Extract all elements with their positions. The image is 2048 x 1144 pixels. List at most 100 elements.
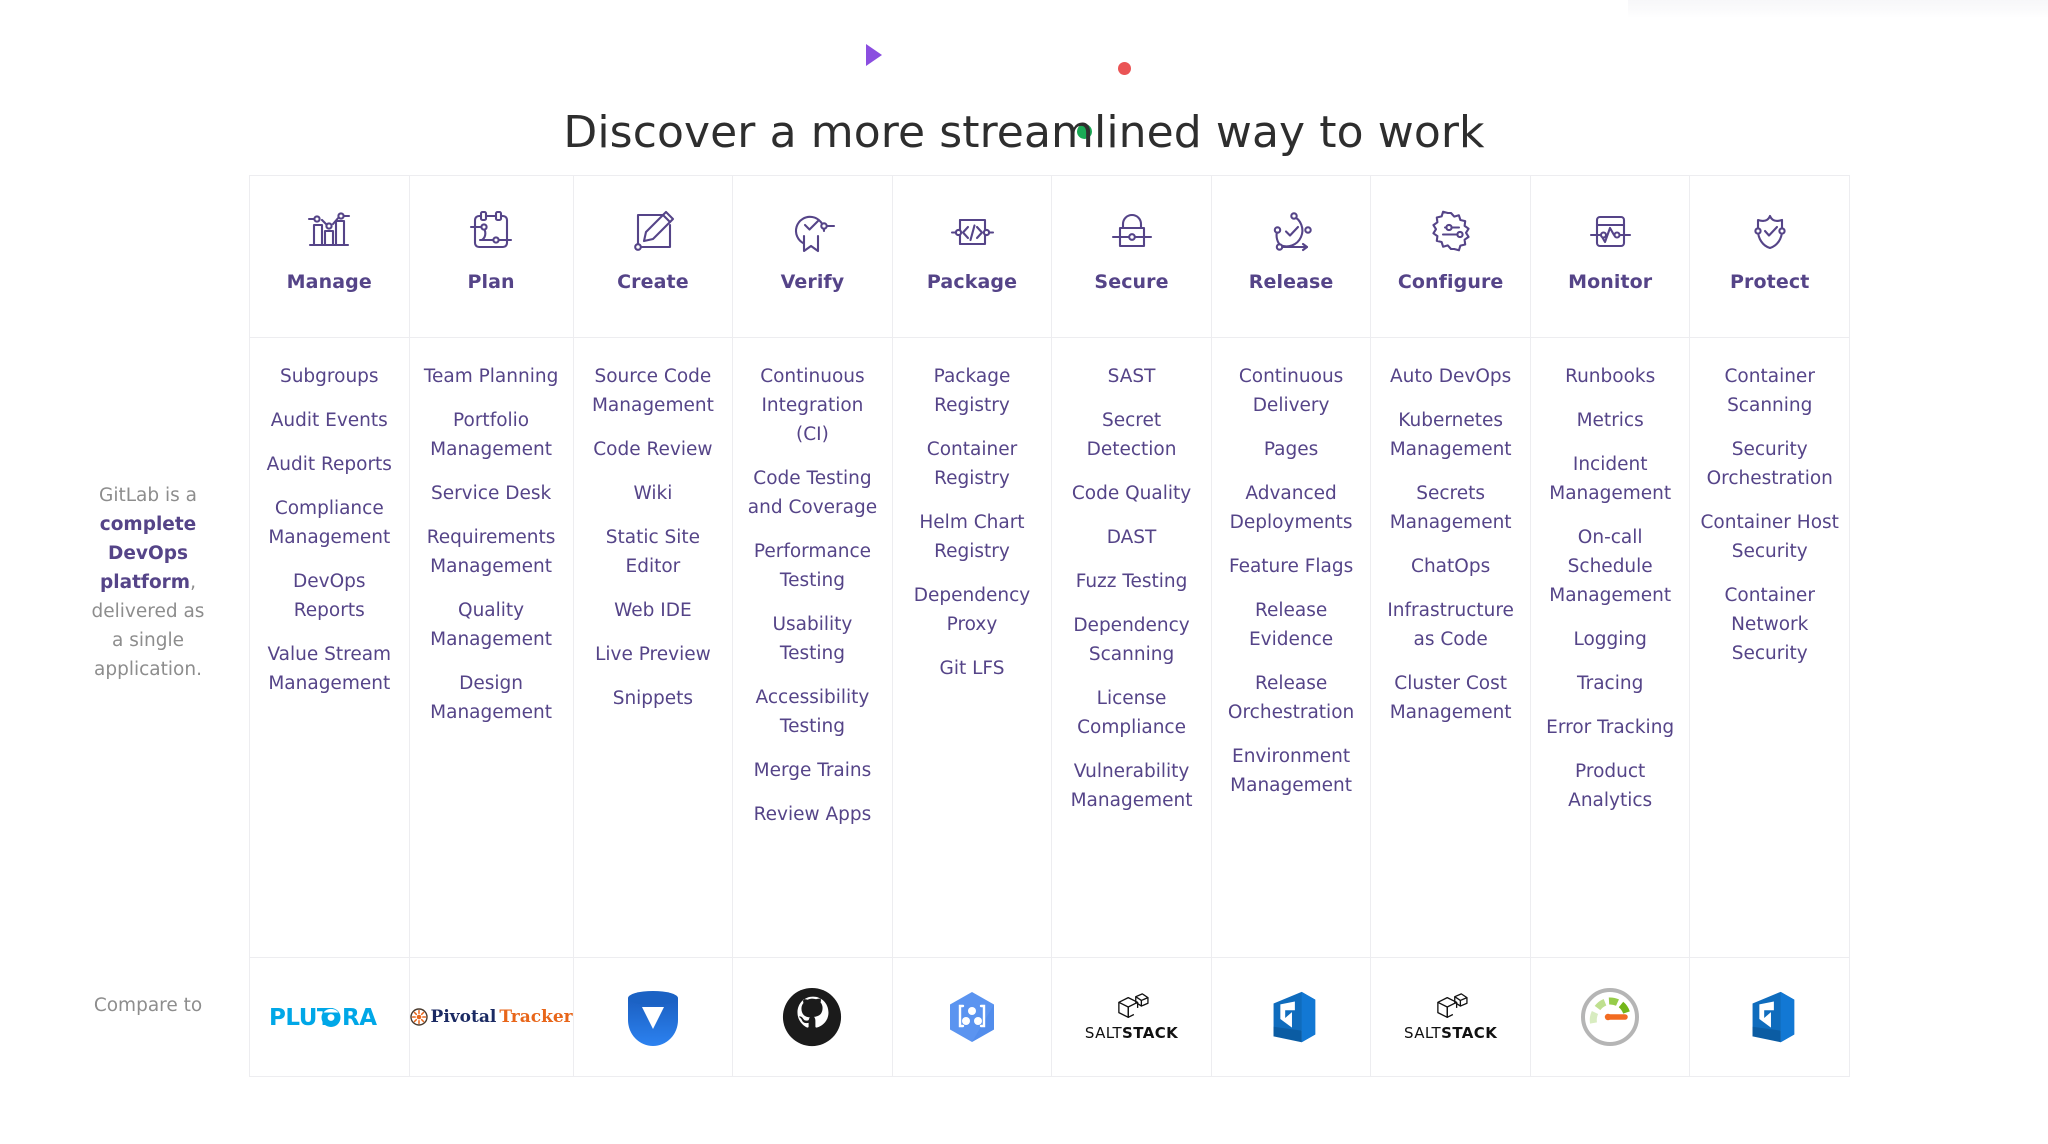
feature-item[interactable]: DevOps Reports <box>260 567 399 625</box>
feature-item[interactable]: Git LFS <box>940 654 1005 683</box>
feature-item[interactable]: Runbooks <box>1565 362 1655 391</box>
feature-item[interactable]: Design Management <box>420 669 563 727</box>
stage-header-package[interactable]: Package <box>892 176 1053 338</box>
feature-item[interactable]: Wiki <box>633 479 672 508</box>
feature-item[interactable]: Release Evidence <box>1222 596 1361 654</box>
feature-item[interactable]: Kubernetes Management <box>1381 406 1520 464</box>
azure-devops-logo <box>1273 991 1316 1043</box>
stage-header-protect[interactable]: Protect <box>1690 176 1850 338</box>
feature-item[interactable]: Continuous Delivery <box>1222 362 1361 420</box>
feature-item[interactable]: Container Registry <box>903 435 1042 493</box>
azure-devops-logo <box>1690 958 1849 1076</box>
compare-logo-cell-package[interactable] <box>892 958 1053 1077</box>
compare-logo-cell-protect[interactable] <box>1690 958 1850 1077</box>
feature-item[interactable]: Value Stream Management <box>260 640 399 698</box>
feature-item[interactable]: Usability Testing <box>743 610 882 668</box>
feature-item[interactable]: Review Apps <box>754 800 872 829</box>
compare-logo-cell-create[interactable] <box>573 958 734 1077</box>
compare-logo-cell-verify[interactable] <box>733 958 893 1077</box>
feature-item[interactable]: Compliance Management <box>260 494 399 552</box>
feature-item[interactable]: License Compliance <box>1062 684 1201 742</box>
feature-item[interactable]: Dependency Proxy <box>903 581 1042 639</box>
feature-item[interactable]: Code Testing and Coverage <box>743 464 882 522</box>
feature-item[interactable]: Continuous Integration (CI) <box>743 362 882 449</box>
compare-logo-cell-plan[interactable]: Pivotal Tracker <box>409 958 574 1077</box>
compare-logo-cell-manage[interactable]: PLUT RA <box>250 958 410 1077</box>
feature-item[interactable]: Cluster Cost Management <box>1381 669 1520 727</box>
feature-item[interactable]: Container Host Security <box>1700 508 1839 566</box>
feature-item[interactable]: Auto DevOps <box>1390 362 1511 391</box>
feature-item[interactable]: Code Quality <box>1072 479 1191 508</box>
stage-header-plan[interactable]: Plan <box>409 176 574 338</box>
feature-item[interactable]: Dependency Scanning <box>1062 611 1201 669</box>
feature-item[interactable]: Secret Detection <box>1062 406 1201 464</box>
feature-item[interactable]: Live Preview <box>595 640 711 669</box>
feature-item[interactable]: Security Orchestration <box>1700 435 1839 493</box>
stage-header-manage[interactable]: Manage <box>250 176 410 338</box>
feature-item[interactable]: Helm Chart Registry <box>903 508 1042 566</box>
feature-item[interactable]: Team Planning <box>424 362 558 391</box>
devops-stages-board: GitLab is a complete DevOps platform, de… <box>0 175 2048 1077</box>
stage-header-create[interactable]: Create <box>573 176 734 338</box>
feature-item[interactable]: Pages <box>1264 435 1318 464</box>
feature-item[interactable]: Subgroups <box>280 362 379 391</box>
feature-item[interactable]: Merge Trains <box>754 756 872 785</box>
stage-label: Protect <box>1730 271 1810 293</box>
stage-label: Secure <box>1094 271 1169 293</box>
feature-item[interactable]: Advanced Deployments <box>1222 479 1361 537</box>
feature-item[interactable]: Tracing <box>1577 669 1643 698</box>
feature-item[interactable]: Incident Management <box>1541 450 1680 508</box>
feature-item[interactable]: Performance Testing <box>743 537 882 595</box>
feature-item[interactable]: Product Analytics <box>1541 757 1680 815</box>
github-logo <box>733 958 892 1076</box>
stage-header-monitor[interactable]: Monitor <box>1530 176 1691 338</box>
feature-item[interactable]: Container Network Security <box>1700 581 1839 668</box>
compare-logo-cell-secure[interactable]: SALTSTACK <box>1052 958 1212 1077</box>
compare-logo-cell-configure[interactable]: SALTSTACK <box>1371 958 1531 1077</box>
new-relic-gauge-logo <box>1581 988 1640 1046</box>
feature-item[interactable]: Package Registry <box>903 362 1042 420</box>
stage-features-configure: Auto DevOps Kubernetes Management Secrets … <box>1371 338 1531 958</box>
feature-item[interactable]: Error Tracking <box>1546 713 1674 742</box>
feature-item[interactable]: Fuzz Testing <box>1076 567 1188 596</box>
feature-item[interactable]: Infrastructure as Code <box>1381 596 1520 654</box>
right-spacer <box>1850 175 2048 1077</box>
saltstack-logo: SALTSTACK <box>1371 958 1530 1076</box>
feature-item[interactable]: On-call Schedule Management <box>1541 523 1680 610</box>
feature-item[interactable]: Feature Flags <box>1229 552 1353 581</box>
stage-header-secure[interactable]: Secure <box>1052 176 1212 338</box>
feature-item[interactable]: Requirements Management <box>420 523 563 581</box>
compare-logo-cell-release[interactable] <box>1211 958 1372 1077</box>
feature-item[interactable]: Accessibility Testing <box>743 683 882 741</box>
plutora-logo: PLUT RA <box>250 958 409 1076</box>
feature-item[interactable]: Audit Reports <box>267 450 392 479</box>
stage-header-release[interactable]: Release <box>1211 176 1372 338</box>
feature-item[interactable]: ChatOps <box>1411 552 1490 581</box>
compare-to-label: Compare to <box>93 995 203 1016</box>
feature-item[interactable]: Metrics <box>1577 406 1644 435</box>
feature-item[interactable]: Container Scanning <box>1700 362 1839 420</box>
blurb-highlight: complete DevOps platform <box>99 514 197 593</box>
feature-item[interactable]: Source Code Management <box>584 362 723 420</box>
feature-item[interactable]: Service Desk <box>431 479 551 508</box>
compare-logo-cell-monitor[interactable] <box>1530 958 1691 1077</box>
feature-item[interactable]: Audit Events <box>271 406 388 435</box>
feature-item[interactable]: Quality Management <box>420 596 563 654</box>
feature-item[interactable]: Secrets Management <box>1381 479 1520 537</box>
feature-item[interactable]: Code Review <box>593 435 712 464</box>
feature-item[interactable]: Static Site Editor <box>584 523 723 581</box>
feature-item[interactable]: Logging <box>1573 625 1646 654</box>
feature-item[interactable]: Web IDE <box>614 596 692 625</box>
stage-label: Configure <box>1397 271 1504 293</box>
stage-header-verify[interactable]: Verify <box>733 176 893 338</box>
feature-item[interactable]: Vulnerability Management <box>1062 757 1201 815</box>
feature-item[interactable]: Environment Management <box>1222 742 1361 800</box>
feature-item[interactable]: Release Orchestration <box>1222 669 1361 727</box>
page-title: Discover a more streamlined way to work <box>563 107 1485 159</box>
feature-item[interactable]: SAST <box>1108 362 1156 391</box>
feature-item[interactable]: Snippets <box>613 684 693 713</box>
feature-item[interactable]: Portfolio Management <box>420 406 563 464</box>
feature-item[interactable]: DAST <box>1107 523 1157 552</box>
stage-header-configure[interactable]: Configure <box>1371 176 1531 338</box>
side-column: GitLab is a complete DevOps platform, de… <box>0 175 249 1077</box>
